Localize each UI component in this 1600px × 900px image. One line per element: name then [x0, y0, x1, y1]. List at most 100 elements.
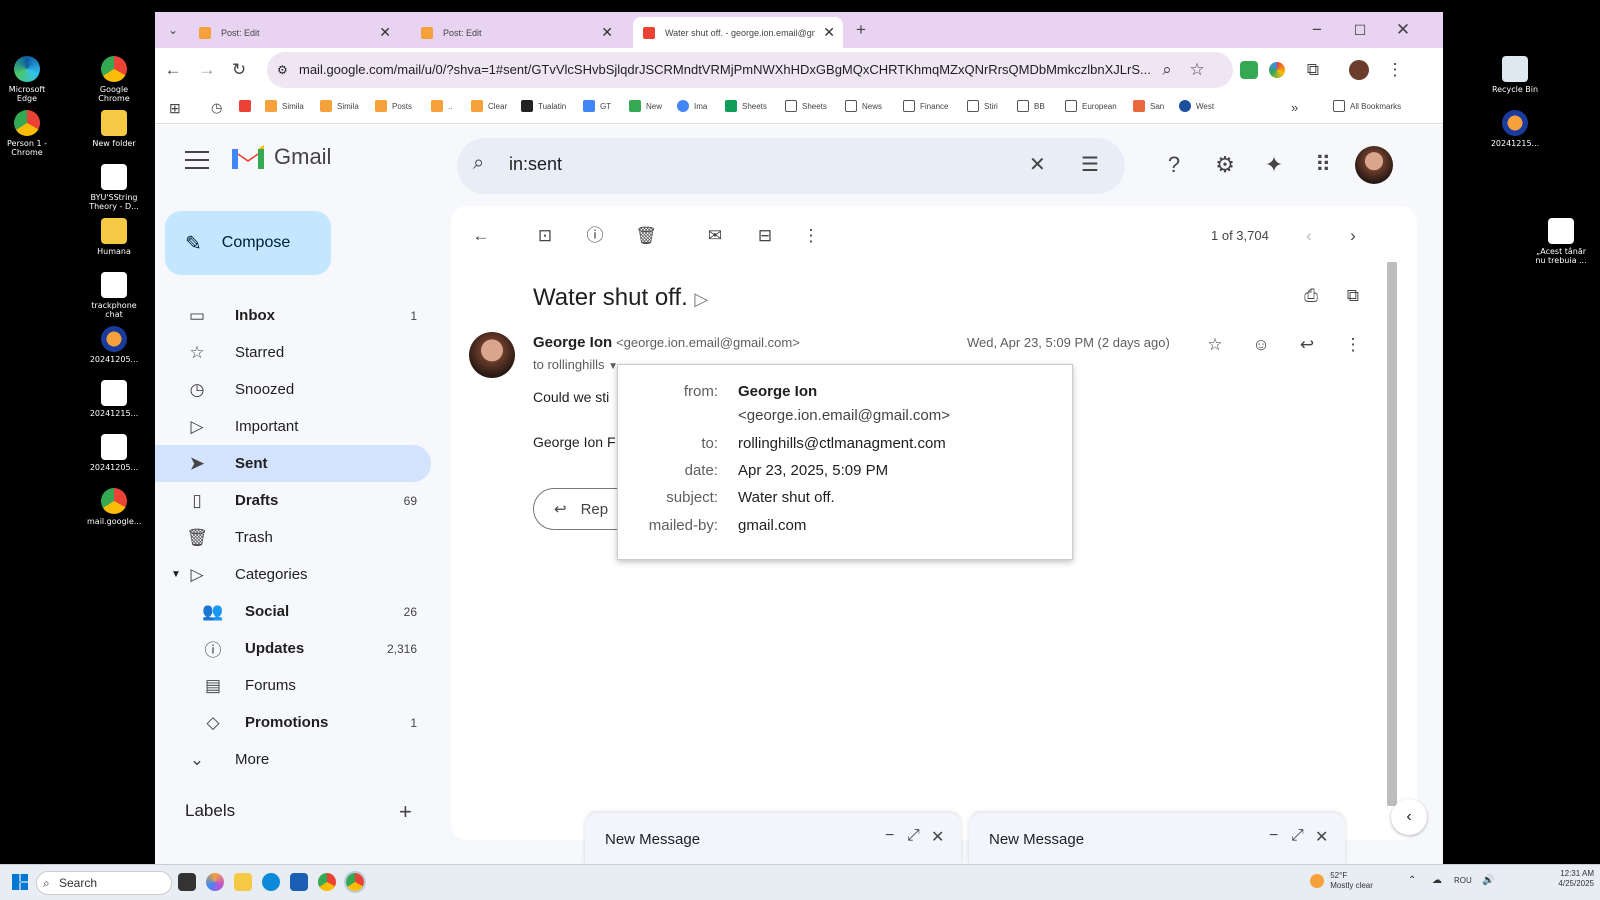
nav-sent[interactable]: ➤ Sent — [155, 445, 431, 482]
tab-post-edit-2[interactable]: Post: Edit ✕ — [411, 17, 621, 48]
desktop-icon-new-folder[interactable]: New folder — [87, 110, 141, 148]
weather-widget[interactable]: 52°F Mostly clear — [1310, 871, 1373, 891]
all-bookmarks-folder[interactable]: All Bookmarks — [1333, 100, 1401, 112]
more-actions-icon[interactable]: ⋮ — [799, 224, 823, 248]
minimize-icon[interactable]: − — [1305, 18, 1329, 42]
nav-categories[interactable]: ▼ ▷ Categories — [155, 556, 431, 593]
extension-color-icon[interactable] — [1269, 62, 1285, 78]
settings-gear-icon[interactable]: ⚙ — [1212, 152, 1238, 178]
desktop-icon-person1-chrome[interactable]: Person 1 - Chrome — [0, 110, 54, 157]
bookmark-folder[interactable]: Finance — [903, 100, 948, 112]
bookmark-item[interactable]: Clear — [471, 100, 507, 112]
chrome-icon[interactable] — [318, 873, 336, 891]
expand-icon[interactable]: ⤢ — [907, 827, 920, 845]
bookmark-item[interactable]: Sheets — [725, 100, 767, 112]
bookmark-folder[interactable]: European — [1065, 100, 1117, 112]
nav-drafts[interactable]: ▯ Drafts 69 — [155, 482, 431, 519]
print-icon[interactable]: ⎙ — [1299, 284, 1323, 308]
desktop-icon-edge[interactable]: Microsoft Edge — [0, 56, 54, 103]
zoom-icon[interactable]: ⌕ — [1155, 58, 1179, 82]
chrome-profile-icon[interactable] — [344, 871, 366, 893]
move-to-icon[interactable]: ⊟ — [753, 224, 777, 248]
bookmark-item[interactable]: West — [1179, 100, 1214, 112]
nav-trash[interactable]: 🗑 Trash — [155, 519, 431, 556]
extensions-puzzle-icon[interactable]: ⧉ — [1301, 58, 1325, 82]
tab-post-edit-1[interactable]: Post: Edit ✕ — [189, 17, 399, 48]
reload-icon[interactable]: ↻ — [227, 58, 251, 82]
new-tab-icon[interactable]: + — [849, 18, 873, 42]
expand-arrow-icon[interactable]: ▼ — [171, 569, 181, 580]
close-tab-icon[interactable]: ✕ — [379, 24, 391, 41]
address-bar[interactable]: ⚙ mail.google.com/mail/u/0/?shva=1#sent/… — [267, 52, 1233, 88]
bookmark-item[interactable]: Simila — [320, 100, 359, 112]
nav-snoozed[interactable]: ◷ Snoozed — [155, 371, 431, 408]
apps-grid-icon[interactable]: ⊞ — [169, 100, 181, 117]
help-icon[interactable]: ? — [1161, 152, 1187, 178]
nav-important[interactable]: ▷ Important — [155, 408, 431, 445]
older-icon[interactable]: › — [1341, 224, 1365, 248]
gmail-logo[interactable]: Gmail — [230, 143, 331, 171]
tab-gmail[interactable]: Water shut off. - george.ion.email@gmail… — [633, 17, 843, 48]
search-input[interactable]: in:sent — [509, 154, 562, 175]
desktop-icon-gmail-shortcut[interactable]: mail.google... — [87, 488, 141, 526]
new-message-window-1[interactable]: New Message − ⤢ ✕ — [585, 813, 961, 864]
sender-avatar[interactable] — [469, 332, 515, 378]
nav-forums[interactable]: ▤ Forums — [155, 667, 431, 704]
desktop-icon-chrome[interactable]: Google Chrome — [87, 56, 141, 103]
close-icon[interactable]: ✕ — [931, 827, 944, 847]
account-avatar[interactable] — [1355, 146, 1393, 184]
close-icon[interactable]: ✕ — [1315, 827, 1328, 847]
recipient-line[interactable]: to rollinghills ▼ — [533, 357, 618, 372]
browser-menu-icon[interactable]: ⋮ — [1383, 58, 1407, 82]
bookmark-item[interactable]: Ima — [677, 100, 707, 112]
tab-search-icon[interactable]: ⌄ — [161, 18, 185, 42]
profile-avatar[interactable] — [1349, 60, 1369, 80]
close-tab-icon[interactable]: ✕ — [823, 24, 835, 41]
bookmark-folder[interactable]: News — [845, 100, 882, 112]
desktop-icon-video-2[interactable]: 20241205... — [87, 434, 141, 472]
newer-icon[interactable]: ‹ — [1297, 224, 1321, 248]
more-bookmarks-icon[interactable]: » — [1291, 100, 1298, 115]
bookmark-item[interactable]: Simila — [265, 100, 304, 112]
nav-updates[interactable]: ⓘ Updates 2,316 — [155, 630, 431, 667]
search-options-icon[interactable]: ☰ — [1081, 152, 1099, 177]
nav-starred[interactable]: ☆ Starred — [155, 334, 431, 371]
new-message-window-2[interactable]: New Message − ⤢ ✕ — [969, 813, 1345, 864]
desktop-icon-trackphone[interactable]: trackphone chat — [87, 272, 141, 319]
bookmark-folder[interactable]: Stiri — [967, 100, 998, 112]
bookmark-gmail[interactable] — [239, 100, 251, 112]
mark-unread-icon[interactable]: ✉ — [703, 224, 727, 248]
maximize-icon[interactable]: ☐ — [1348, 18, 1372, 42]
report-spam-icon[interactable]: ⓘ — [583, 224, 607, 248]
close-window-icon[interactable]: ✕ — [1391, 18, 1415, 42]
clock[interactable]: 12:31 AM 4/25/2025 — [1558, 869, 1594, 889]
back-icon[interactable]: ← — [161, 58, 185, 82]
desktop-icon-humana[interactable]: Humana — [87, 218, 141, 256]
nav-promotions[interactable]: ◇ Promotions 1 — [155, 704, 431, 741]
search-icon[interactable]: ⌕ — [473, 152, 484, 175]
back-to-list-icon[interactable]: ← — [469, 224, 493, 248]
delete-icon[interactable]: 🗑 — [634, 224, 658, 248]
compose-button[interactable]: ✎ Compose — [165, 211, 331, 275]
task-view-icon[interactable] — [178, 873, 196, 891]
file-explorer-icon[interactable] — [234, 873, 252, 891]
main-menu-icon[interactable] — [185, 151, 209, 169]
expand-icon[interactable]: ⤢ — [1291, 827, 1304, 845]
copilot-icon[interactable] — [206, 873, 224, 891]
desktop-icon-string-theory[interactable]: BYU'SString Theory - D... — [87, 164, 141, 211]
taskbar-search-input[interactable]: ⌕ Search — [36, 871, 172, 895]
open-new-window-icon[interactable]: ⧉ — [1341, 284, 1365, 308]
reply-icon[interactable]: ↩ — [1295, 333, 1319, 357]
scrollbar[interactable] — [1387, 262, 1397, 806]
bookmark-item[interactable]: New — [629, 100, 662, 112]
message-more-icon[interactable]: ⋮ — [1341, 333, 1365, 357]
language-indicator[interactable]: ROU — [1454, 876, 1472, 885]
clear-search-icon[interactable]: ✕ — [1029, 152, 1046, 177]
apps-grid-icon[interactable]: ⠿ — [1310, 152, 1336, 178]
bookmark-item[interactable]: San — [1133, 100, 1164, 112]
side-panel-toggle-icon[interactable]: ‹ — [1391, 799, 1427, 835]
forward-icon[interactable]: → — [195, 58, 219, 82]
site-info-icon[interactable]: ⚙ — [277, 52, 288, 88]
bookmark-item[interactable]: GT — [583, 100, 611, 112]
bookmark-folder[interactable]: Sheets — [785, 100, 827, 112]
